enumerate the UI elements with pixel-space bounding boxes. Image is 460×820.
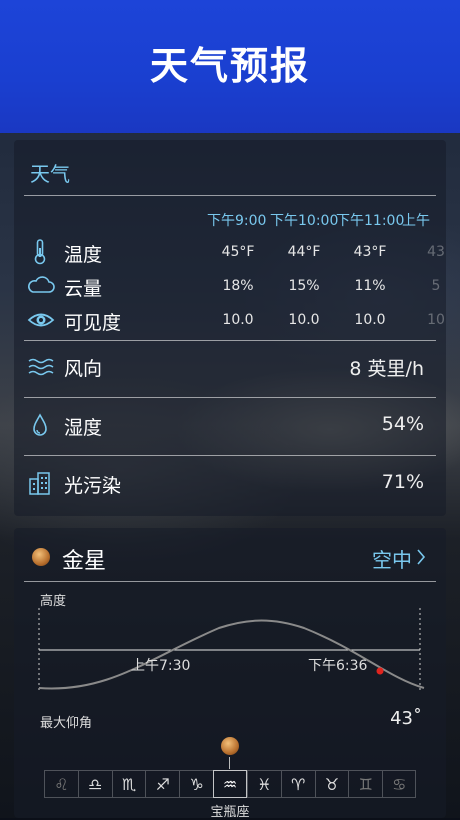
- visibility-value: 10.0: [222, 312, 254, 328]
- light-pollution-value: 71%: [381, 471, 424, 493]
- divider: [24, 397, 436, 398]
- zodiac-libra: ♎: [77, 770, 112, 798]
- current-constellation: 宝瓶座: [210, 805, 250, 820]
- visibility-value: 10.0: [288, 312, 320, 328]
- divider: [24, 581, 436, 582]
- cloud-icon: [26, 272, 55, 300]
- visibility-value: 10: [427, 312, 445, 328]
- humidity-value: 54%: [381, 413, 424, 435]
- rise-time: 上午7:30: [131, 658, 191, 674]
- divider: [24, 455, 436, 456]
- zodiac-strip[interactable]: ♌ ♎ ♏ ♐ ♑ ♒ ♓ ♈ ♉ ♊ ♋: [44, 770, 417, 798]
- cloud-cover-value: 5: [431, 278, 441, 294]
- visibility-values: 10.0 10.0 10.0 10: [207, 312, 446, 332]
- sky-view-link[interactable]: 空中: [372, 544, 426, 573]
- time-label: 下午10:00: [270, 213, 339, 229]
- wind-icon: [26, 352, 54, 380]
- divider: [24, 340, 436, 341]
- cloud-cover-value: 11%: [354, 278, 386, 294]
- zodiac-scorpio: ♏: [111, 770, 146, 798]
- city-buildings-icon: [26, 469, 54, 497]
- visibility-value: 10.0: [354, 312, 386, 328]
- current-position-marker: [376, 667, 384, 675]
- zodiac-pisces: ♓: [246, 770, 281, 798]
- time-label: 上午: [402, 213, 430, 229]
- planet-name: 金星: [62, 549, 107, 574]
- water-drop-icon: [26, 411, 54, 439]
- zodiac-leo: ♌: [44, 770, 78, 798]
- divider: [24, 195, 436, 196]
- zodiac-sagittarius: ♐: [145, 770, 180, 798]
- thermometer-icon: [26, 238, 54, 266]
- zodiac-aries: ♈: [280, 770, 315, 798]
- zodiac-aquarius: ♒: [213, 770, 247, 798]
- cloud-cover-label: 云量: [64, 278, 103, 300]
- forecast-times[interactable]: 下午9:00 下午10:00 下午11:00 上午: [207, 210, 446, 230]
- banner-title: 天气预报: [149, 44, 310, 88]
- zodiac-capricorn: ♑: [179, 770, 214, 798]
- eye-icon: [26, 306, 55, 334]
- chevron-right-icon: [416, 547, 426, 571]
- temperature-values: 45°F 44°F 43°F 43: [207, 244, 446, 264]
- weather-section-title: 天气: [30, 162, 70, 186]
- wind-value: 8 英里/h: [349, 358, 424, 380]
- altitude-curve-chart: [38, 608, 425, 690]
- light-pollution-label: 光污染: [64, 475, 122, 497]
- temperature-value: 43°F: [353, 244, 387, 260]
- visibility-label: 可见度: [64, 312, 122, 334]
- temperature-value: 43: [427, 244, 445, 260]
- max-elevation-label: 最大仰角: [40, 716, 93, 731]
- humidity-label: 湿度: [64, 417, 103, 439]
- sky-view-label: 空中: [372, 548, 412, 572]
- max-elevation-value: 43˚: [390, 708, 422, 729]
- temperature-label: 温度: [64, 244, 103, 266]
- planet-card: 金星 空中 高度 上午7:30 下午6:36 最大仰角 43˚ ♌ ♎ ♏ ♐ …: [14, 528, 446, 820]
- weather-card: 天气 下午9:00 下午10:00 下午11:00 上午 温度 45°F 44°…: [14, 140, 446, 516]
- cloud-cover-value: 15%: [288, 278, 320, 294]
- set-time: 下午6:36: [308, 658, 368, 674]
- cloud-cover-value: 18%: [222, 278, 254, 294]
- venus-planet-icon: [32, 548, 50, 566]
- banner: 天气预报: [0, 0, 460, 133]
- time-label: 下午9:00: [207, 213, 267, 229]
- wind-label: 风向: [64, 358, 103, 380]
- zodiac-taurus: ♉: [314, 770, 349, 798]
- zodiac-cancer: ♋: [382, 770, 417, 798]
- temperature-value: 44°F: [287, 244, 321, 260]
- cloud-cover-values: 18% 15% 11% 5: [207, 278, 446, 298]
- temperature-value: 45°F: [221, 244, 255, 260]
- time-label: 下午11:00: [336, 213, 405, 229]
- zodiac-pointer: [229, 757, 230, 769]
- venus-zodiac-marker: [221, 737, 239, 755]
- zodiac-gemini: ♊: [348, 770, 383, 798]
